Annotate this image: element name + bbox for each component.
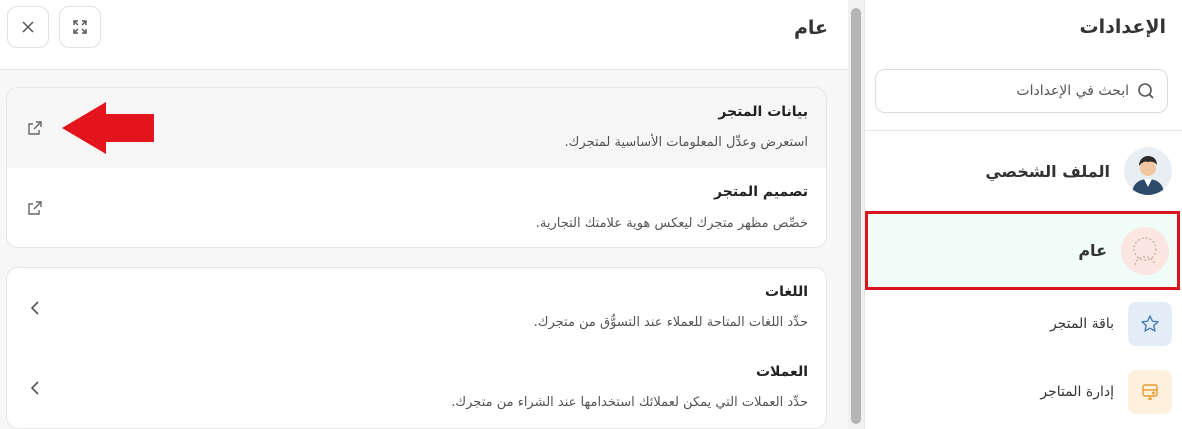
sidebar-item-profile[interactable]: الملف الشخصي	[872, 146, 1172, 196]
sidebar-item-label: إدارة المتاجر	[1040, 384, 1114, 400]
sidebar-item-label: عام	[1078, 241, 1107, 260]
search-box[interactable]	[875, 69, 1168, 113]
list-item-languages[interactable]: اللغات حدِّد اللغات المتاحة للعملاء عند …	[7, 268, 826, 348]
chevron-left-icon[interactable]	[25, 378, 45, 398]
search-icon	[1138, 83, 1154, 99]
chevron-left-icon[interactable]	[25, 298, 45, 318]
settings-content-panel: عام بيانات المتجر استعرض وعدِّل المعلوما…	[0, 0, 848, 429]
sidebar-item-store-package[interactable]: باقة المتجر	[872, 302, 1172, 346]
sidebar-item-general[interactable]: عام	[865, 211, 1180, 290]
stores-icon	[1142, 384, 1158, 400]
languages-description: حدِّد اللغات المتاحة للعملاء عند التسوُّ…	[533, 315, 808, 330]
external-link-icon[interactable]	[25, 198, 45, 218]
currencies-description: حدِّد العملات التي يمكن لعملائك استخدامه…	[451, 395, 808, 410]
store-data-description: استعرض وعدِّل المعلومات الأساسية لمتجرك.	[564, 135, 808, 150]
close-icon	[22, 21, 34, 33]
scrollbar[interactable]	[848, 0, 864, 429]
panel-header: عام	[0, 0, 848, 70]
general-avatar	[1121, 226, 1169, 275]
close-button[interactable]	[7, 6, 49, 48]
settings-avatar-icon	[1121, 226, 1169, 275]
sidebar-item-label: الملف الشخصي	[985, 161, 1110, 181]
page-title: عام	[793, 17, 828, 39]
store-design-title: تصميم المتجر	[714, 184, 808, 200]
languages-title: اللغات	[765, 284, 808, 300]
expand-icon	[73, 20, 87, 34]
store-design-description: خصِّص مظهر متجرك ليعكس هوية علامتك التجا…	[535, 216, 808, 231]
user-avatar-icon	[1124, 147, 1172, 195]
currencies-title: العملات	[755, 364, 808, 380]
red-arrow-annotation-icon	[62, 102, 154, 154]
store-data-title: بيانات المتجر	[718, 104, 808, 120]
search-input[interactable]	[899, 83, 1129, 99]
sidebar-item-label: باقة المتجر	[1049, 316, 1114, 332]
settings-sidebar: الإعدادات الملف الشخصي عام	[864, 0, 1182, 429]
sidebar-item-store-management[interactable]: إدارة المتاجر	[872, 370, 1172, 414]
star-icon	[1141, 315, 1159, 332]
divider	[864, 130, 1182, 131]
scrollbar-thumb[interactable]	[851, 8, 861, 424]
list-item-currencies[interactable]: العملات حدِّد العملات التي يمكن لعملائك …	[7, 348, 826, 428]
list-item-store-design[interactable]: تصميم المتجر خصِّص مظهر متجرك ليعكس هوية…	[7, 168, 826, 247]
localization-card: اللغات حدِّد اللغات المتاحة للعملاء عند …	[6, 267, 827, 429]
star-tile	[1128, 302, 1172, 346]
expand-button[interactable]	[59, 6, 101, 48]
profile-avatar	[1124, 147, 1172, 195]
external-link-icon[interactable]	[25, 118, 45, 138]
sidebar-title: الإعدادات	[1079, 16, 1166, 38]
stores-tile	[1128, 370, 1172, 414]
